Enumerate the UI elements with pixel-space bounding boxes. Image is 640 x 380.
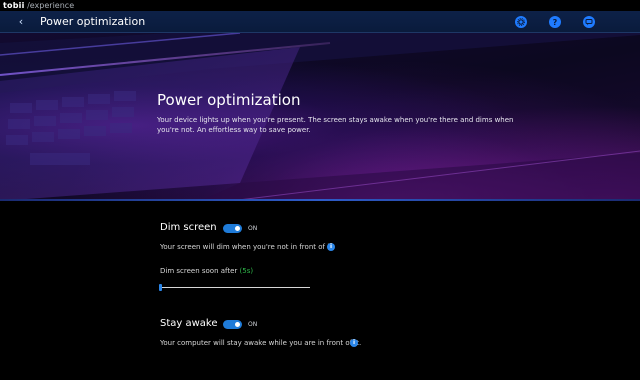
dim-screen-toggle-state: ON xyxy=(248,225,258,232)
dim-screen-toggle[interactable] xyxy=(223,224,242,233)
dim-screen-help: Your screen will dim when you're not in … xyxy=(160,243,335,251)
brand-name: tobii xyxy=(3,1,25,10)
hero-divider xyxy=(0,199,640,201)
window-titlebar: tobii /experience xyxy=(0,0,640,11)
dim-screen-slider-track[interactable] xyxy=(160,287,310,288)
hero-description: Your device lights up when you're presen… xyxy=(157,116,514,134)
info-icon[interactable]: i xyxy=(350,339,358,347)
toggle-knob xyxy=(235,226,240,231)
dim-screen-label: Dim screen xyxy=(160,222,217,233)
stay-awake-toggle[interactable] xyxy=(223,320,242,329)
svg-text:?: ? xyxy=(553,18,558,27)
product-name: /experience xyxy=(27,1,75,10)
info-icon[interactable]: i xyxy=(327,243,335,251)
slider-label-text: Dim screen soon after xyxy=(160,267,238,275)
stay-awake-help: Your computer will stay awake while you … xyxy=(160,339,362,347)
settings-icon[interactable] xyxy=(515,16,527,28)
dim-screen-slider-label: Dim screen soon after (5s) xyxy=(160,267,253,275)
dim-screen-slider-thumb[interactable] xyxy=(159,284,162,291)
page-title: Power optimization xyxy=(40,15,146,28)
stay-awake-toggle-state: ON xyxy=(248,321,258,328)
slider-value: (5s) xyxy=(239,267,254,275)
feedback-icon[interactable] xyxy=(583,16,595,28)
help-icon[interactable]: ? xyxy=(549,16,561,28)
toggle-knob xyxy=(235,322,240,327)
back-icon[interactable]: ‹ xyxy=(14,14,28,30)
hero-title: Power optimization xyxy=(157,91,301,109)
app-bar: ‹ Power optimization ? xyxy=(0,11,640,33)
stay-awake-label: Stay awake xyxy=(160,318,218,329)
hero-banner: Power optimization Your device lights up… xyxy=(0,33,640,201)
